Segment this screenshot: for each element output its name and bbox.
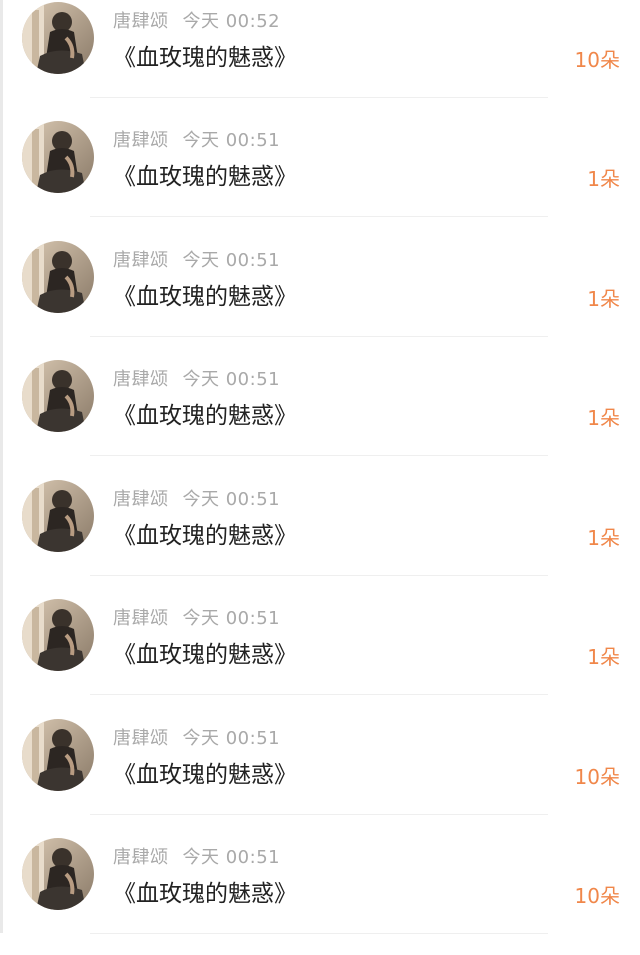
user-name[interactable]: 唐肆颂 [113,489,169,510]
gift-amount: 1朵 [587,167,620,191]
meta-line: 唐肆颂 今天 00:51 [113,246,280,272]
user-photo-avatar-icon [22,480,94,552]
row-divider [90,455,548,456]
avatar[interactable] [22,2,94,74]
user-name[interactable]: 唐肆颂 [113,130,169,151]
timestamp: 今天 00:51 [182,489,281,510]
list-item[interactable]: 唐肆颂 今天 00:51 《血玫瑰的魅惑》 1朵 [0,478,640,597]
timestamp: 今天 00:51 [182,250,281,271]
list-item[interactable]: 唐肆颂 今天 00:51 《血玫瑰的魅惑》 10朵 [0,836,640,955]
gift-amount: 1朵 [587,526,620,550]
user-name[interactable]: 唐肆颂 [113,369,169,390]
gift-name: 《血玫瑰的魅惑》 [113,403,297,429]
avatar[interactable] [22,838,94,910]
row-divider [90,216,548,217]
list-item[interactable]: 唐肆颂 今天 00:51 《血玫瑰的魅惑》 1朵 [0,358,640,477]
row-divider [90,336,548,337]
gift-name: 《血玫瑰的魅惑》 [113,284,297,310]
gift-name: 《血玫瑰的魅惑》 [113,881,297,907]
gift-name: 《血玫瑰的魅惑》 [113,642,297,668]
timestamp: 今天 00:51 [182,369,281,390]
avatar[interactable] [22,121,94,193]
user-photo-avatar-icon [22,121,94,193]
gift-amount: 1朵 [587,406,620,430]
meta-line: 唐肆颂 今天 00:51 [113,485,280,511]
gift-record-list: 唐肆颂 今天 00:52 《血玫瑰的魅惑》 10朵 唐肆颂 今天 00:51 《… [0,0,640,934]
meta-line: 唐肆颂 今天 00:51 [113,365,280,391]
gift-amount: 10朵 [574,765,620,789]
user-photo-avatar-icon [22,360,94,432]
user-photo-avatar-icon [22,241,94,313]
gift-name: 《血玫瑰的魅惑》 [113,164,297,190]
list-item[interactable]: 唐肆颂 今天 00:51 《血玫瑰的魅惑》 1朵 [0,119,640,238]
gift-name: 《血玫瑰的魅惑》 [113,45,297,71]
gift-amount: 1朵 [587,287,620,311]
timestamp: 今天 00:51 [182,608,281,629]
row-divider [90,575,548,576]
gift-name: 《血玫瑰的魅惑》 [113,762,297,788]
meta-line: 唐肆颂 今天 00:51 [113,843,280,869]
row-divider [90,97,548,98]
row-divider [90,814,548,815]
user-name[interactable]: 唐肆颂 [113,250,169,271]
avatar[interactable] [22,719,94,791]
user-photo-avatar-icon [22,719,94,791]
list-item[interactable]: 唐肆颂 今天 00:51 《血玫瑰的魅惑》 1朵 [0,239,640,358]
user-photo-avatar-icon [22,838,94,910]
user-name[interactable]: 唐肆颂 [113,728,169,749]
timestamp: 今天 00:51 [182,728,281,749]
gift-amount: 10朵 [574,48,620,72]
list-item[interactable]: 唐肆颂 今天 00:52 《血玫瑰的魅惑》 10朵 [0,0,640,119]
user-name[interactable]: 唐肆颂 [113,847,169,868]
gift-name: 《血玫瑰的魅惑》 [113,523,297,549]
list-item[interactable]: 唐肆颂 今天 00:51 《血玫瑰的魅惑》 10朵 [0,717,640,836]
user-photo-avatar-icon [22,599,94,671]
list-item[interactable]: 唐肆颂 今天 00:51 《血玫瑰的魅惑》 1朵 [0,597,640,716]
timestamp: 今天 00:52 [182,11,281,32]
user-name[interactable]: 唐肆颂 [113,11,169,32]
meta-line: 唐肆颂 今天 00:51 [113,126,280,152]
row-divider [90,694,548,695]
meta-line: 唐肆颂 今天 00:51 [113,724,280,750]
user-name[interactable]: 唐肆颂 [113,608,169,629]
user-photo-avatar-icon [22,2,94,74]
avatar[interactable] [22,480,94,552]
gift-amount: 10朵 [574,884,620,908]
row-divider [90,933,548,934]
avatar[interactable] [22,241,94,313]
meta-line: 唐肆颂 今天 00:51 [113,604,280,630]
avatar[interactable] [22,360,94,432]
meta-line: 唐肆颂 今天 00:52 [113,7,280,33]
avatar[interactable] [22,599,94,671]
gift-amount: 1朵 [587,645,620,669]
timestamp: 今天 00:51 [182,130,281,151]
timestamp: 今天 00:51 [182,847,281,868]
